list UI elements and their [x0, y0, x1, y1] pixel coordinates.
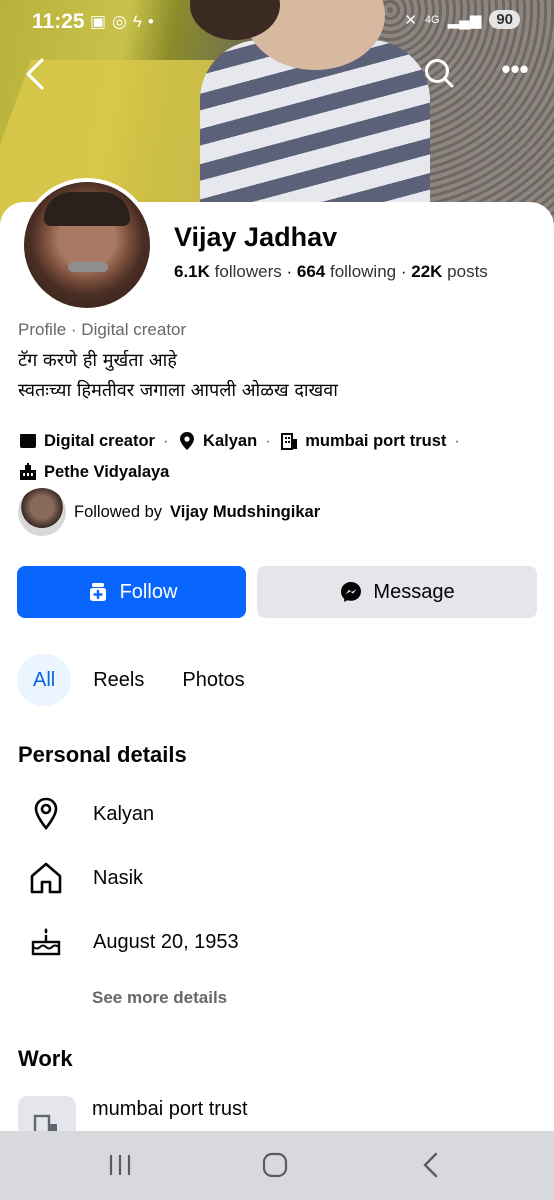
- profile-tabs: All Reels Photos: [17, 654, 261, 706]
- see-more-details-link[interactable]: See more details: [92, 988, 227, 1008]
- followed-by-prefix: Followed by: [74, 502, 163, 521]
- home-button-icon[interactable]: [261, 1151, 289, 1179]
- location-pin-icon: [34, 797, 58, 831]
- cake-icon: [31, 928, 61, 956]
- battery-indicator: 90: [489, 10, 520, 29]
- profile-subtitle: Profile · Digital creator: [18, 320, 187, 339]
- system-nav-bar: [0, 1131, 554, 1200]
- message-label: Message: [373, 580, 455, 603]
- chevron-left-icon: [26, 58, 44, 90]
- work-employer[interactable]: mumbai port trust: [92, 1098, 248, 1121]
- bio-line-1: टॅग करणे ही मुर्खता आहे: [18, 350, 177, 371]
- followers-count[interactable]: 6.1K: [174, 262, 210, 281]
- tag-work[interactable]: mumbai port trust ·: [279, 428, 460, 454]
- more-options-button[interactable]: •••: [498, 56, 532, 82]
- work-title: Work: [18, 1046, 73, 1071]
- followed-by-name[interactable]: Vijay Mudshingikar: [170, 503, 320, 522]
- detail-current-city: Kalyan: [26, 794, 154, 834]
- building-icon: [281, 433, 298, 450]
- tag-location[interactable]: Kalyan ·: [177, 428, 271, 454]
- signal-icon: ▂▄▆: [447, 11, 482, 29]
- profile-stats: 6.1K followers · 664 following · 22K pos…: [174, 262, 488, 281]
- personal-details-title: Personal details: [18, 742, 187, 767]
- status-time: 11:25: [32, 10, 85, 33]
- followed-by-row[interactable]: Followed by Vijay Mudshingikar: [18, 488, 320, 536]
- mutual-avatar: [18, 488, 66, 536]
- tab-all[interactable]: All: [17, 654, 72, 706]
- follow-label: Follow: [119, 580, 178, 603]
- followers-label[interactable]: followers: [215, 262, 282, 281]
- home-icon: [30, 862, 62, 894]
- posts-label: posts: [447, 262, 488, 281]
- recent-apps-icon[interactable]: [106, 1151, 134, 1179]
- search-icon: [425, 59, 454, 88]
- follow-add-icon: [89, 583, 106, 601]
- tag-education[interactable]: Pethe Vidyalaya: [18, 459, 169, 485]
- school-icon: [20, 463, 36, 480]
- profile-bio: टॅग करणे ही मुर्खता आहे स्वतःच्या हिमतीव…: [18, 346, 338, 406]
- top-nav: •••: [0, 56, 554, 96]
- network-label: 4G: [424, 13, 440, 26]
- bio-line-2: स्वतःच्या हिमतीवर जगाला आपली ओळख दाखवा: [18, 380, 338, 401]
- posts-count: 22K: [411, 262, 443, 281]
- location-pin-icon: [180, 432, 195, 450]
- tab-photos[interactable]: Photos: [166, 654, 260, 706]
- messenger-icon: [341, 582, 362, 602]
- mute-icon: ✕: [404, 11, 417, 29]
- following-label[interactable]: following: [330, 262, 396, 281]
- tag-category[interactable]: Digital creator ·: [18, 428, 168, 454]
- detail-hometown: Nasik: [26, 858, 143, 898]
- more-dots-icon: •••: [501, 54, 529, 84]
- tab-reels[interactable]: Reels: [77, 654, 160, 706]
- message-button[interactable]: Message: [257, 566, 537, 618]
- clapperboard-icon: [20, 434, 36, 448]
- following-count[interactable]: 664: [297, 262, 325, 281]
- detail-birthday: August 20, 1953: [26, 922, 239, 962]
- profile-avatar[interactable]: [20, 178, 154, 312]
- back-button[interactable]: [20, 56, 50, 92]
- back-nav-icon[interactable]: [418, 1151, 446, 1179]
- status-bar: 11:25 ▣◎ϟ• ✕ 4G ▂▄▆ 90: [0, 0, 554, 44]
- profile-name: Vijay Jadhav: [174, 222, 338, 252]
- follow-button[interactable]: Follow: [17, 566, 246, 618]
- notification-icons: ▣◎ϟ•: [90, 12, 160, 31]
- profile-intro-tags: Digital creator · Kalyan · mumbai port tru…: [18, 428, 538, 490]
- search-button[interactable]: [422, 56, 456, 90]
